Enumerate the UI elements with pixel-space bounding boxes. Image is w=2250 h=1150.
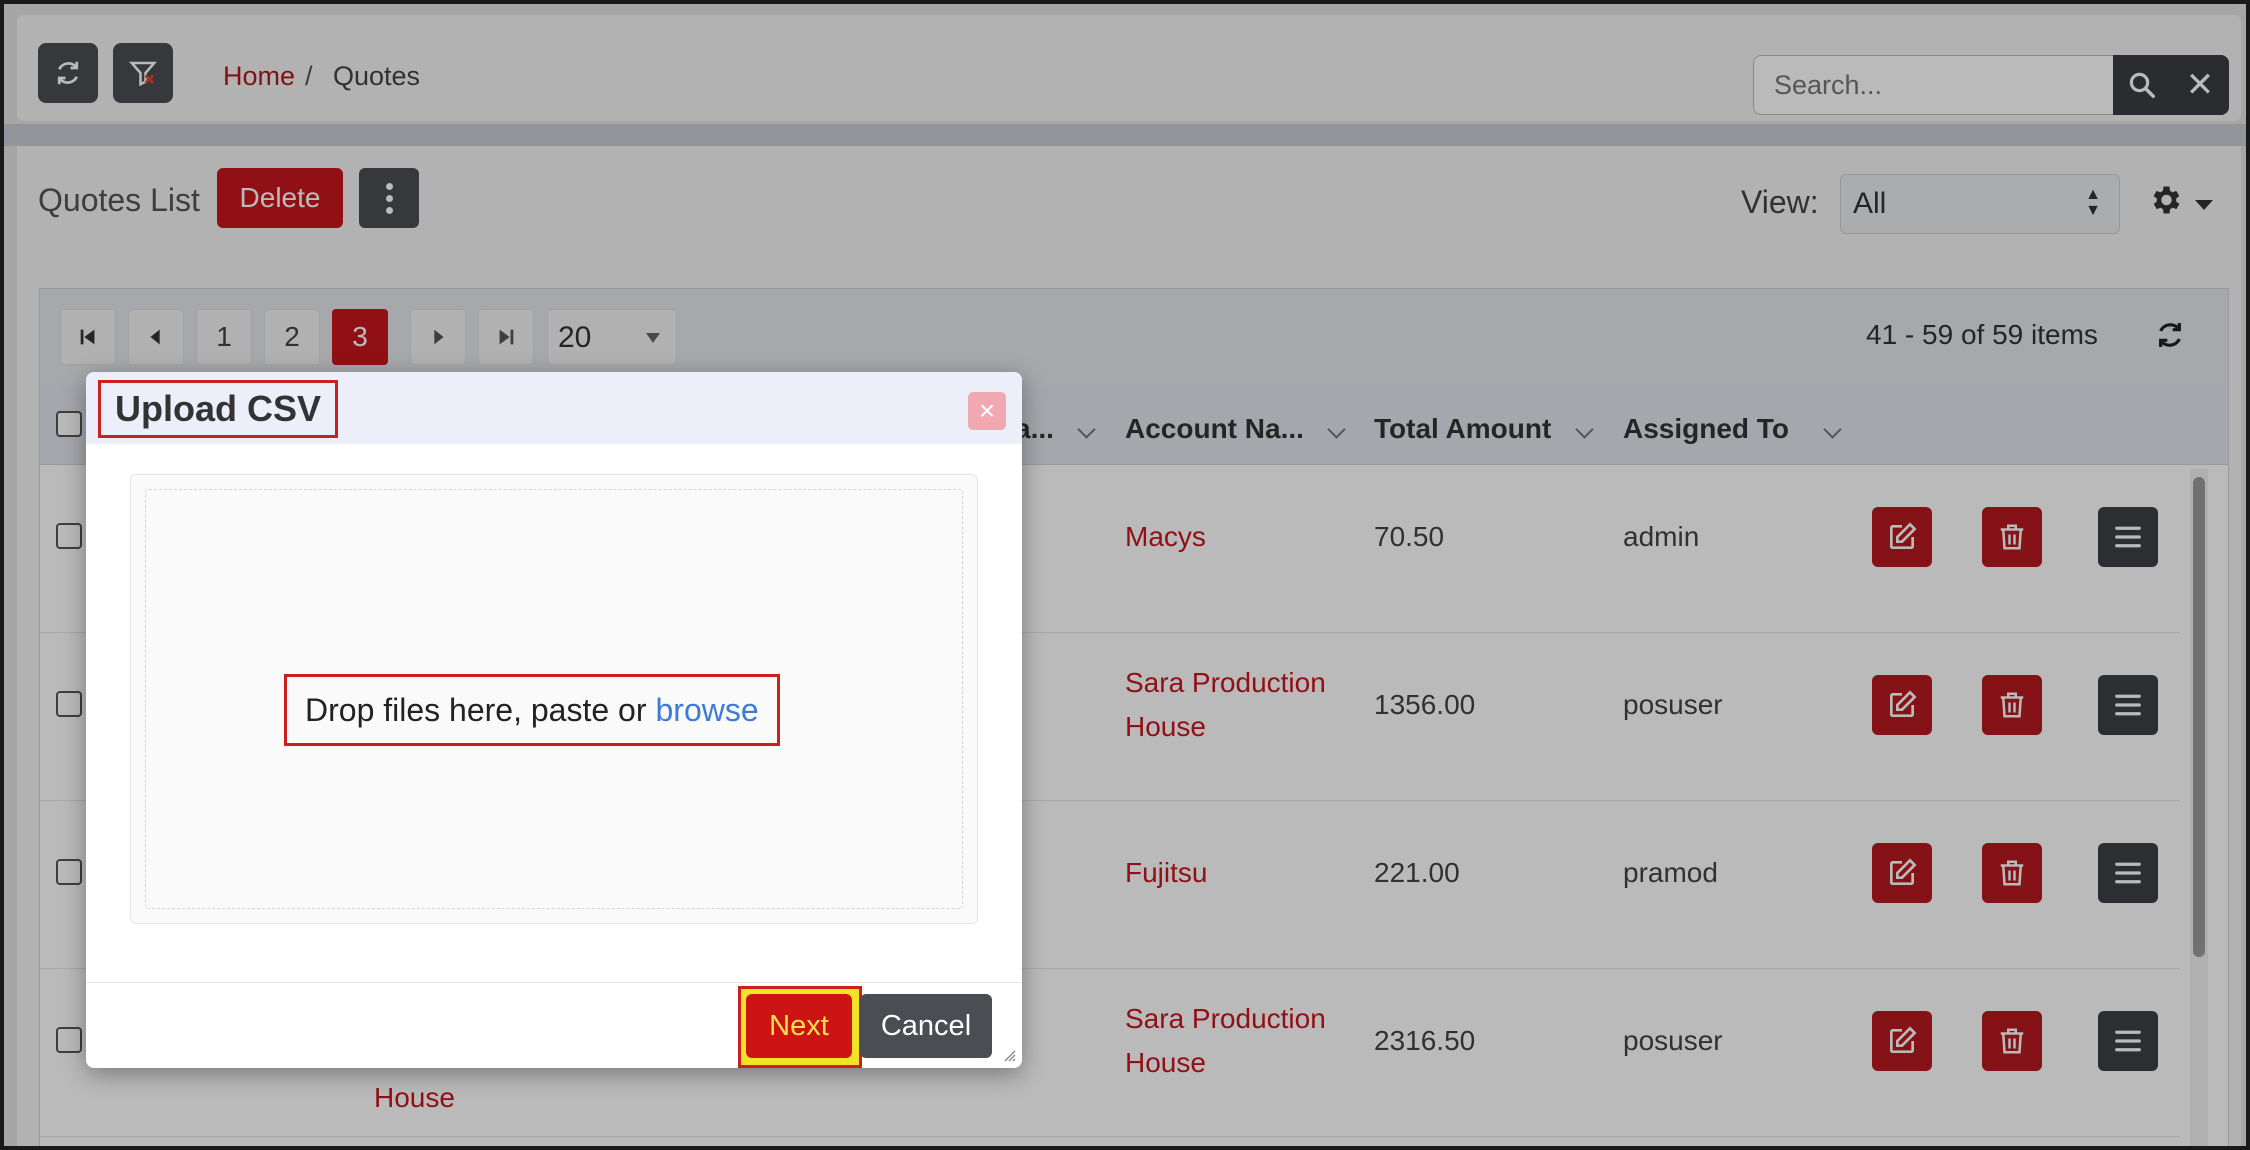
- close-icon: ×: [978, 395, 996, 426]
- drop-zone-dashed-area[interactable]: Drop files here, paste or browse: [145, 489, 963, 909]
- drop-instructions: Drop files here, paste or browse: [284, 674, 780, 746]
- resize-grip-icon[interactable]: [1002, 1048, 1016, 1062]
- dialog-close-button[interactable]: ×: [968, 392, 1006, 430]
- dialog-title: Upload CSV: [98, 380, 339, 438]
- drop-text: Drop files here, paste or: [305, 691, 647, 728]
- drop-zone[interactable]: Drop files here, paste or browse: [130, 474, 978, 924]
- dialog-header: Upload CSV ×: [86, 372, 1022, 444]
- upload-csv-dialog: Upload CSV × Drop files here, paste or b…: [86, 372, 1022, 1068]
- next-button[interactable]: Next: [746, 994, 852, 1058]
- browse-link[interactable]: browse: [656, 692, 759, 729]
- app-window: Home / Quotes ✕ Quotes List Delete View:…: [0, 0, 2250, 1150]
- cancel-button[interactable]: Cancel: [860, 994, 992, 1058]
- dialog-footer-divider: [86, 982, 1022, 983]
